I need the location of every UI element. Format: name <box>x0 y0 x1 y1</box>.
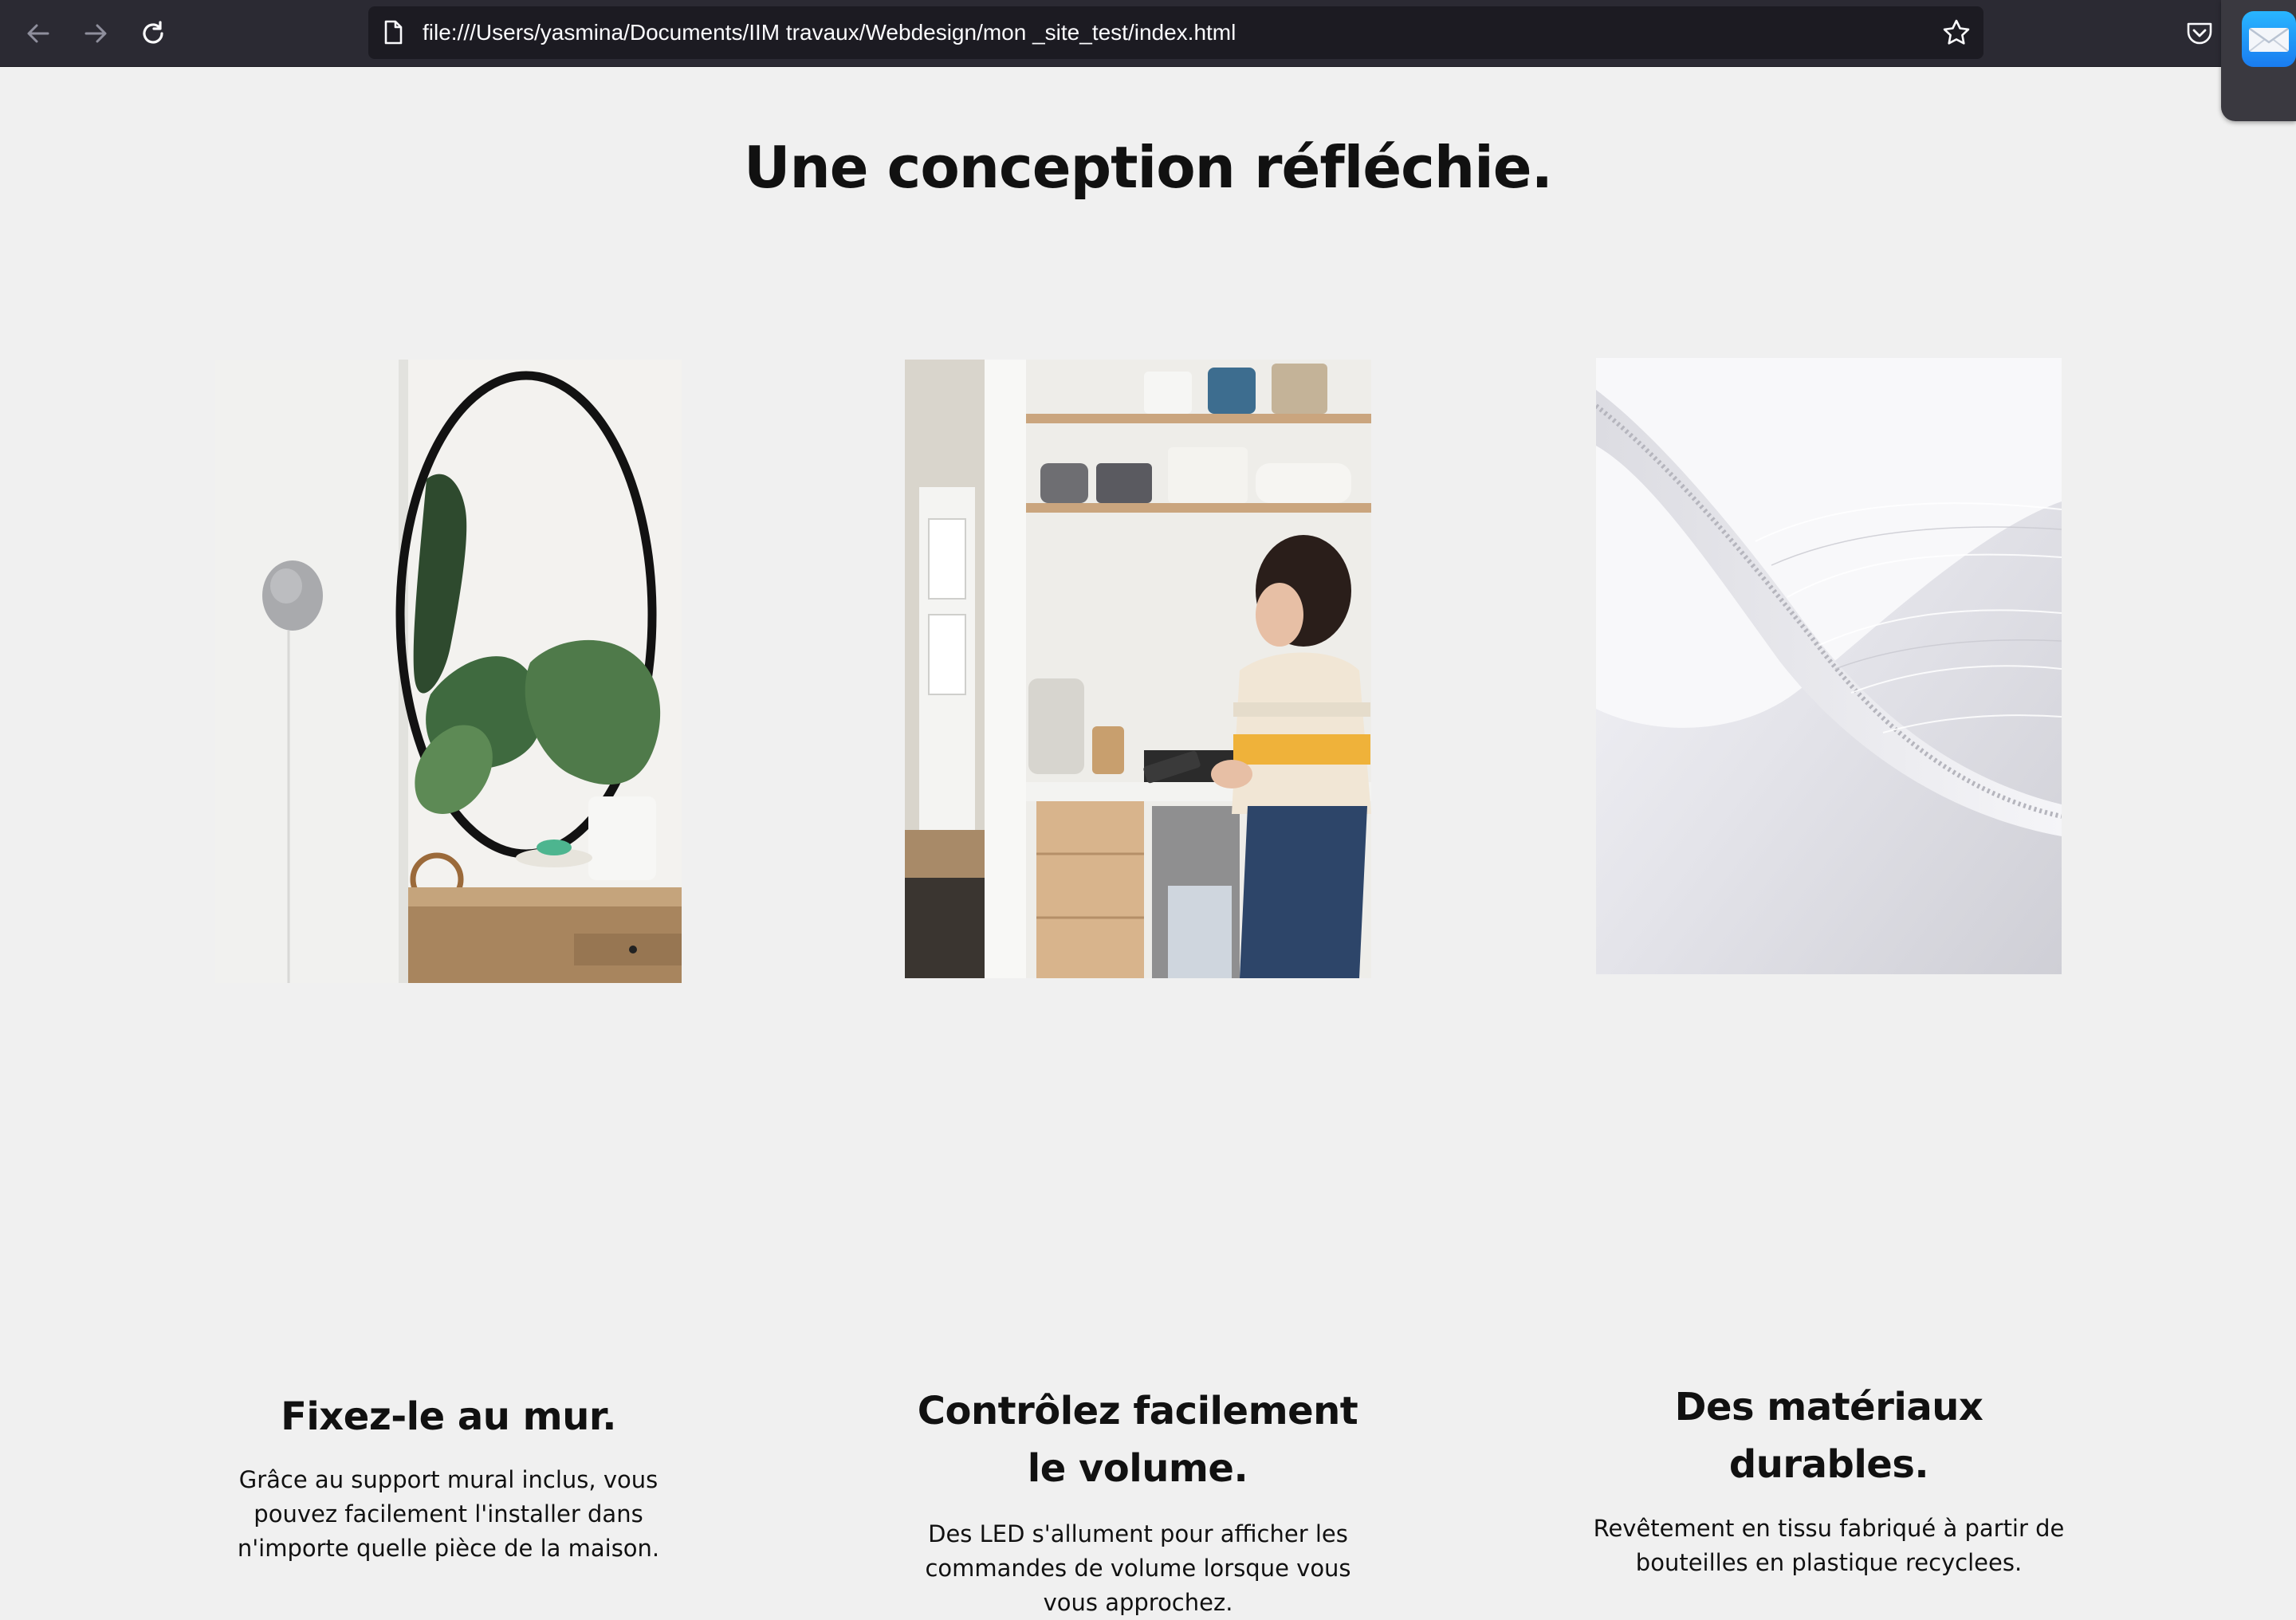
mail-extension-popup[interactable] <box>2221 0 2296 121</box>
forward-arrow-icon <box>85 24 107 43</box>
reload-icon <box>143 21 163 44</box>
feature-title: Des matériaux durables. <box>1674 1385 1983 1487</box>
url-bar[interactable]: file:///Users/yasmina/Documents/IIM trav… <box>368 6 1983 59</box>
feature-title: Contrôlez facilement le volume. <box>917 1389 1358 1491</box>
page-icon <box>384 20 403 45</box>
url-text[interactable]: file:///Users/yasmina/Documents/IIM trav… <box>423 6 1236 59</box>
feature-description: Revêtement en tissu fabriqué à partir de… <box>1593 1515 2065 1576</box>
back-button[interactable] <box>21 16 56 51</box>
kitchen-woman-photo <box>905 360 1371 978</box>
pocket-icon[interactable] <box>2184 18 2215 48</box>
wall-mounted-speaker-photo <box>215 360 682 983</box>
feature-title: Fixez-le au mur. <box>281 1394 616 1439</box>
browser-toolbar: file:///Users/yasmina/Documents/IIM trav… <box>0 0 2296 67</box>
reload-button[interactable] <box>136 16 171 51</box>
forward-button[interactable] <box>78 16 113 51</box>
mail-icon[interactable] <box>2242 11 2296 67</box>
bookmark-star-icon[interactable] <box>1940 17 1972 49</box>
feature-description: Grâce au support mural inclus, vous pouv… <box>237 1466 660 1562</box>
feature-description: Des LED s'allument pour afficher les com… <box>925 1520 1351 1616</box>
fabric-material-photo <box>1596 358 2062 974</box>
back-arrow-icon <box>27 24 49 43</box>
page-heading: Une conception réfléchie. <box>744 134 1553 201</box>
